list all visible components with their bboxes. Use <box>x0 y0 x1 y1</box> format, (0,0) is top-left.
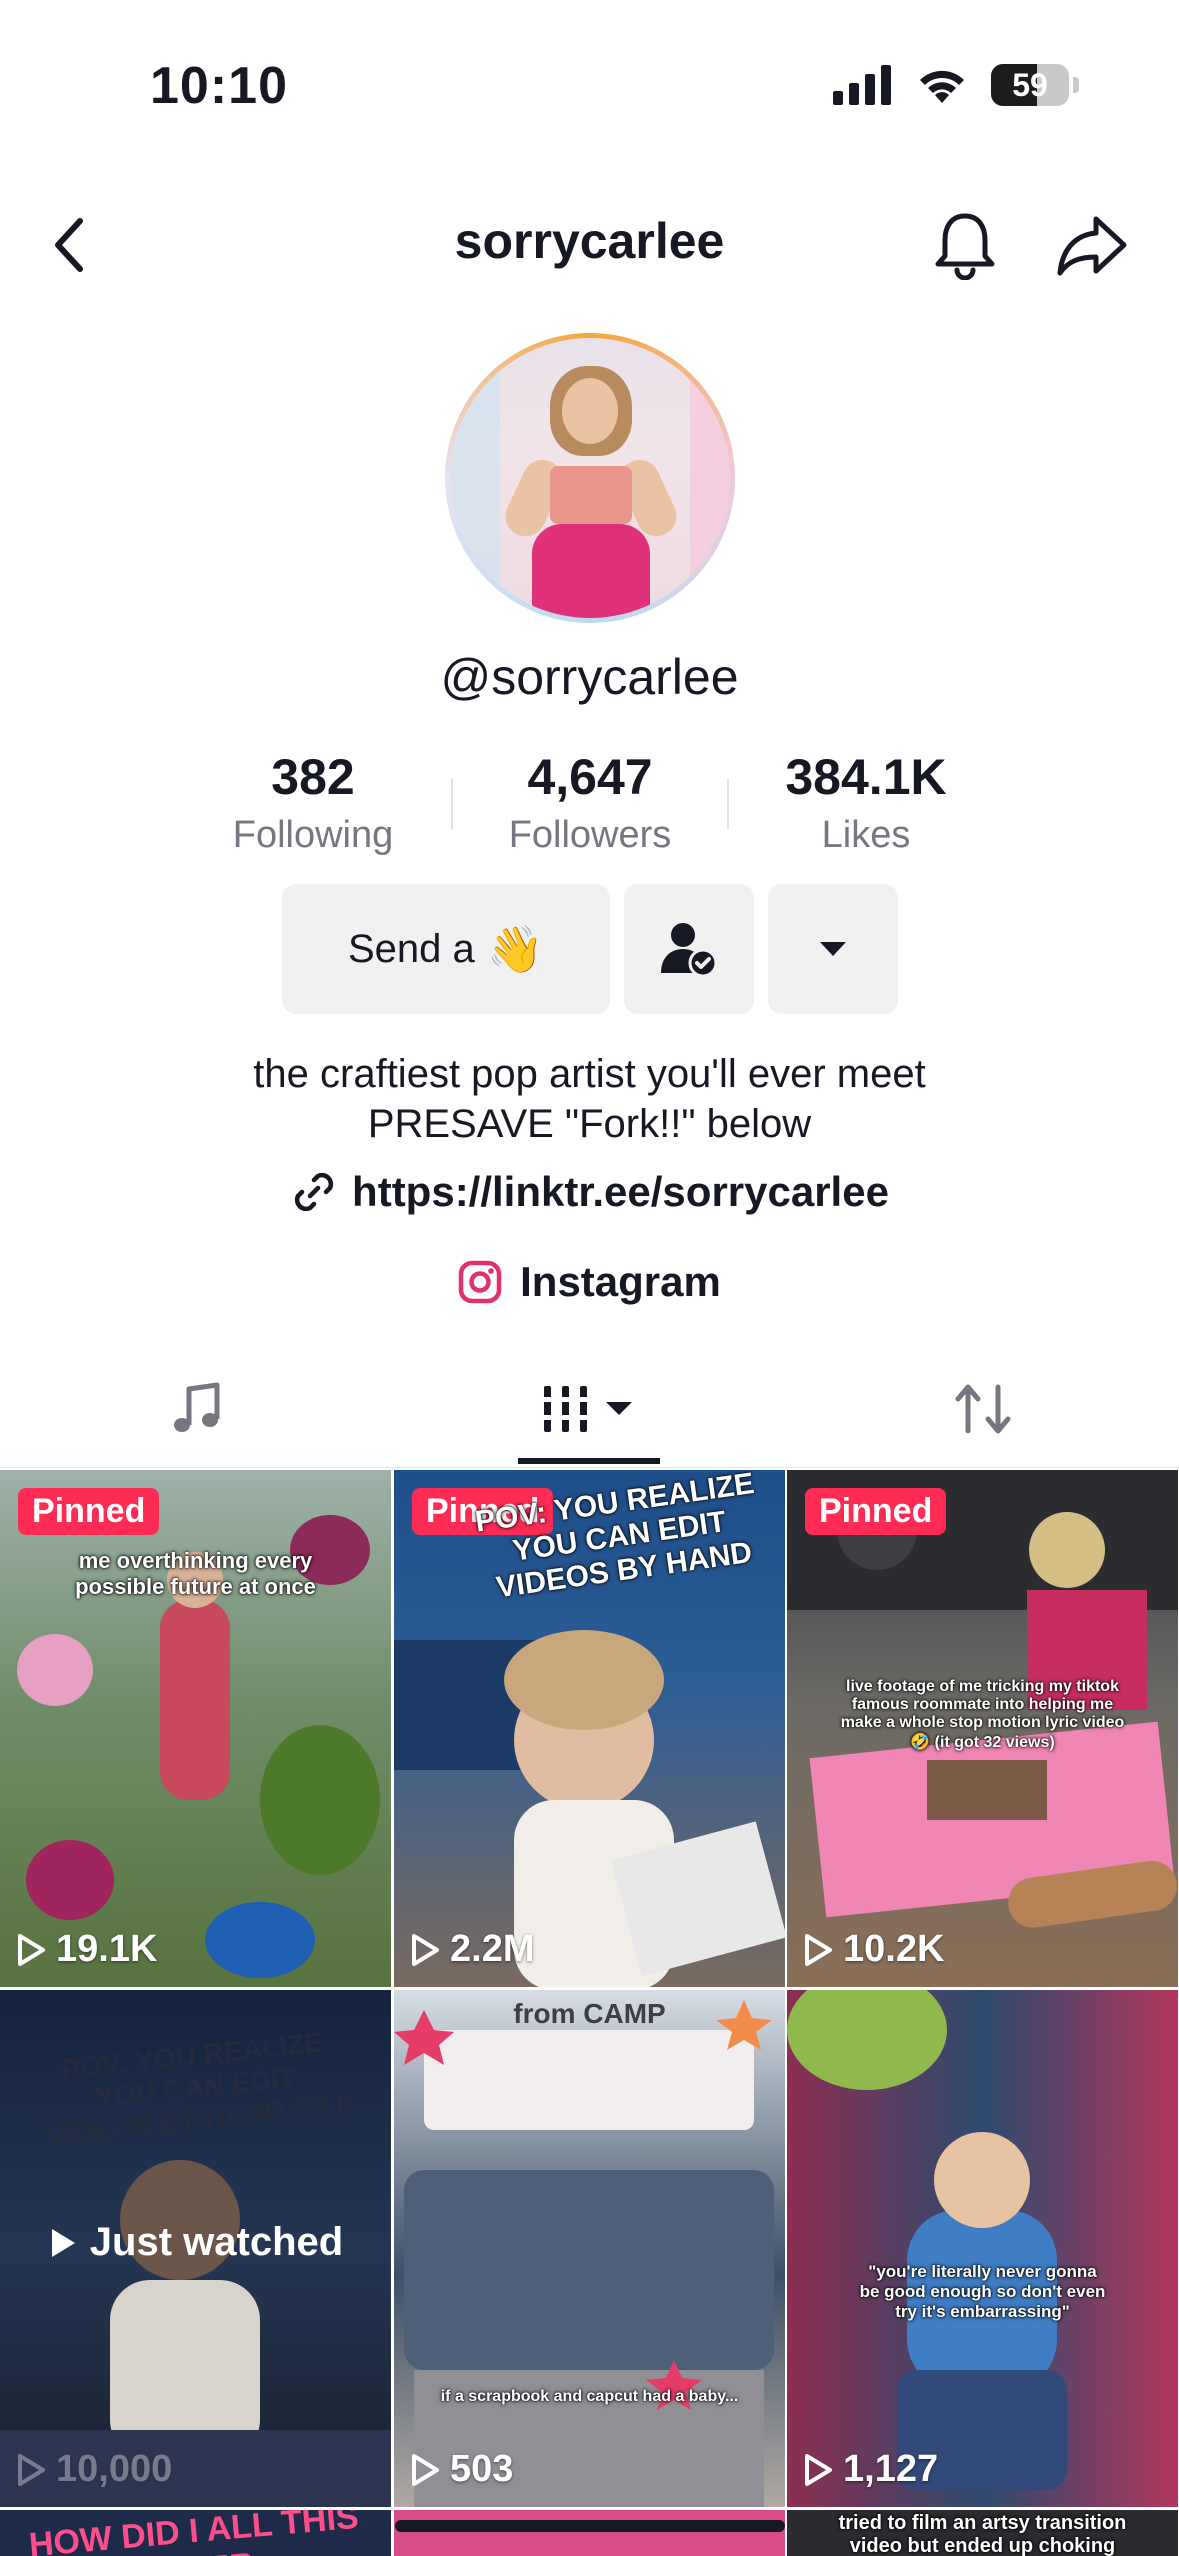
wave-emoji-icon: 👋 <box>486 922 545 975</box>
battery-tip <box>1073 77 1079 93</box>
view-count-value: 2.2M <box>450 1928 535 1970</box>
tab-videos[interactable] <box>393 1350 786 1468</box>
play-icon <box>805 1933 832 1966</box>
view-count-value: 19.1K <box>56 1928 158 1970</box>
suggested-accounts-button[interactable] <box>768 884 898 1014</box>
video-tile[interactable]: tried to film an artsy transition video … <box>787 2510 1178 2556</box>
person-check-icon <box>661 923 718 978</box>
just-watched-text: Just watched <box>89 2220 344 2264</box>
stat-followers[interactable]: 4,647 Followers <box>450 748 730 857</box>
caret-down-icon <box>820 942 846 956</box>
video-tile[interactable]: Pinned POV: YOU REALIZE YOU CAN EDIT VID… <box>394 1470 785 1987</box>
view-count: 503 <box>410 2448 513 2491</box>
username: @sorrycarlee <box>440 649 739 705</box>
battery-icon: 59 <box>991 64 1069 106</box>
view-count-value: 10.2K <box>843 1928 945 1970</box>
status-time: 10:10 <box>150 57 288 115</box>
repost-icon <box>955 1384 1010 1434</box>
link-icon <box>294 1172 334 1212</box>
battery-level: 59 <box>1012 66 1048 103</box>
stat-following[interactable]: 382 Following <box>173 748 453 857</box>
pinned-badge: Pinned <box>18 1488 160 1535</box>
wifi-icon <box>920 70 964 103</box>
video-tile[interactable]: from CAMP if a scrapbook and capcut had … <box>394 1990 785 2507</box>
likes-count: 384.1K <box>785 749 947 805</box>
view-count-value: 503 <box>450 2448 514 2490</box>
play-icon <box>18 1933 45 1966</box>
share-arrow-icon <box>1057 216 1127 276</box>
bio-line: the craftiest pop artist you'll ever mee… <box>253 1052 926 1096</box>
play-icon <box>18 2453 45 2486</box>
view-count-value: 1,127 <box>843 2448 939 2490</box>
video-caption: HOW DID I ALL THIS PAPER <box>27 2510 361 2556</box>
video-title-text: from CAMP <box>513 1998 666 2029</box>
tab-music[interactable] <box>0 1350 393 1468</box>
grid-icon <box>543 1386 632 1432</box>
just-watched-label: Just watched <box>0 2220 391 2265</box>
following-count: 382 <box>271 749 355 805</box>
video-thumbnail <box>394 2000 774 2507</box>
followers-label: Followers <box>508 814 672 856</box>
view-count: 10.2K <box>803 1928 944 1971</box>
stat-likes[interactable]: 384.1K Likes <box>726 748 1006 857</box>
content-tabs <box>0 1350 1179 1468</box>
likes-label: Likes <box>821 814 911 856</box>
avatar-photo <box>450 338 730 618</box>
video-caption: live footage of me tricking my tiktok fa… <box>840 1678 1125 1751</box>
music-note-icon <box>173 1382 219 1432</box>
view-count: 2.2M <box>410 1928 534 1971</box>
view-count-value: 10,000 <box>56 2448 173 2490</box>
video-caption: tried to film an artsy transition video … <box>838 2512 1127 2556</box>
video-tile[interactable]: Pinned me overthinking every possible fu… <box>0 1470 391 1987</box>
bio-link[interactable]: https://linktr.ee/sorrycarlee <box>0 1168 1179 1216</box>
play-filled-icon <box>51 2228 75 2257</box>
following-status-button[interactable] <box>624 884 754 1014</box>
instagram-icon <box>458 1260 502 1304</box>
tab-reposts[interactable] <box>786 1350 1179 1468</box>
followers-count: 4,647 <box>527 749 653 805</box>
video-caption: "you're literally never gonna be good en… <box>859 2262 1106 2321</box>
bio-line: PRESAVE "Fork!!" below <box>367 1102 812 1146</box>
notifications-button[interactable] <box>925 205 1005 285</box>
avatar[interactable] <box>445 333 735 623</box>
view-count: 19.1K <box>16 1928 157 1971</box>
following-label: Following <box>232 814 394 856</box>
instagram-link[interactable]: Instagram <box>0 1258 1179 1306</box>
video-caption: if a scrapbook and capcut had a baby... <box>440 2388 739 2405</box>
send-button-label: Send a <box>347 926 475 971</box>
tab-selected-indicator <box>518 1458 660 1464</box>
video-thumbnail <box>787 1990 1067 2490</box>
play-icon <box>412 2453 439 2486</box>
status-icons: 59 <box>833 60 1079 110</box>
play-icon <box>805 2453 832 2486</box>
send-wave-button[interactable]: Send a 👋 <box>282 884 610 1014</box>
video-tile[interactable]: POV: YOU REALIZE YOU CAN EDIT VIDEOS BY … <box>0 1990 391 2507</box>
instagram-label: Instagram <box>520 1258 721 1305</box>
video-tile[interactable]: "you're literally never gonna be good en… <box>787 1990 1178 2507</box>
cellular-signal-icon <box>833 65 891 105</box>
bell-icon <box>935 213 995 280</box>
view-count: 10,000 <box>16 2448 172 2491</box>
home-indicator[interactable] <box>395 2520 785 2532</box>
video-tile[interactable]: HOW DID I ALL THIS PAPER <box>0 2510 391 2556</box>
video-tile[interactable]: Pinned live footage of me tricking my ti… <box>787 1470 1178 1987</box>
pinned-badge: Pinned <box>805 1488 947 1535</box>
share-button[interactable] <box>1052 205 1132 285</box>
video-tile[interactable] <box>394 2510 785 2556</box>
view-count: 1,127 <box>803 2448 938 2491</box>
play-icon <box>412 1933 439 1966</box>
bio-link-text: https://linktr.ee/sorrycarlee <box>352 1168 889 1215</box>
video-caption: me overthinking every possible future at… <box>75 1548 316 1599</box>
